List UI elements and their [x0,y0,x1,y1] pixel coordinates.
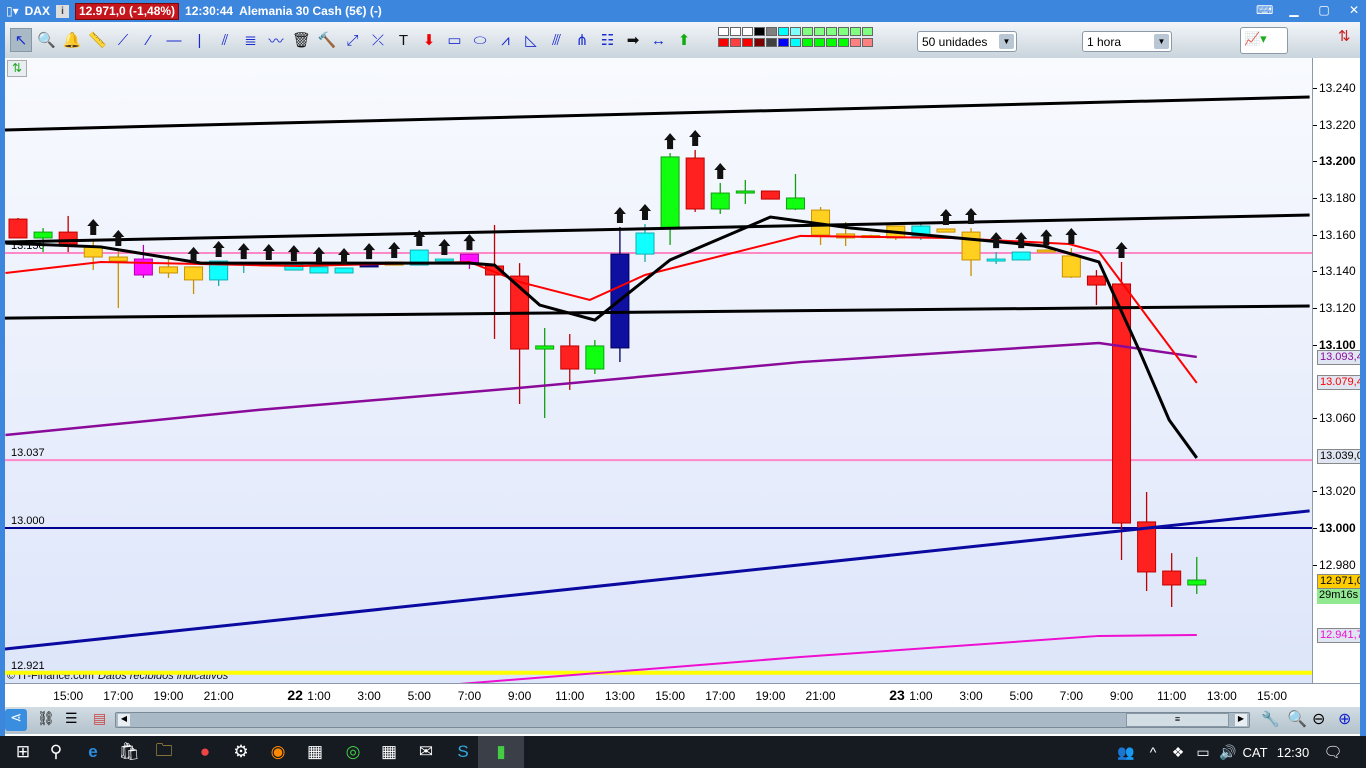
notifications-icon[interactable]: 🗨 [1310,736,1356,768]
scroll-right-button[interactable]: ▶ [1235,714,1247,726]
candle-body [434,258,454,262]
candle-body [1036,249,1056,253]
candle-body [334,267,354,274]
link-icon[interactable]: ⛓ [37,710,55,727]
candle-body [1086,275,1106,286]
up-arrow-signal-icon [363,243,376,260]
magenta-moving-average [459,634,1197,683]
candle-body [585,345,605,370]
candle-body [133,258,153,276]
candle-body [33,231,53,239]
middle-channel-line [5,213,1310,244]
zoom-in-icon[interactable]: ⊕ [1338,709,1351,729]
up-arrow-signal-icon [664,133,677,150]
order-book-icon[interactable]: ▤ [93,710,106,727]
horizontal-scrollbar[interactable]: ◀ ≡ ▶ [115,712,1250,728]
candle-body [1112,283,1132,524]
candle-body [108,256,128,262]
candle-body [785,197,805,210]
up-arrow-signal-icon [112,230,125,247]
candle-body [309,266,329,274]
file-explorer-icon[interactable]: 🗀 [141,736,187,768]
up-arrow-signal-icon [1065,228,1078,245]
notes-icon[interactable]: ☰ [65,710,78,727]
trading-app-icon[interactable]: ▮ [478,736,524,768]
bottom-toolbar: ⋖ ⛓ ☰ ▤ ◀ ≡ ▶ 🔧 🔍 ⊖ ⊕ [5,707,1360,734]
candle-body [635,232,655,255]
candle-body [8,218,28,239]
candle-body [184,266,204,281]
candle-body [535,345,555,350]
up-arrow-signal-icon [639,204,651,221]
windows-taskbar: ⊞ ⚲ e 🛍 🗀 ● ⚙ ◉ ▦ ◎ ▦ ✉ S ▮ 👥 ^ ❖ ▭ 🔊 CA… [0,736,1366,768]
up-arrow-signal-icon [714,162,727,179]
candle-body [961,231,981,261]
upper-channel-line [5,95,1310,132]
up-arrow-signal-icon [388,241,401,258]
candle-body [986,258,1006,262]
up-arrow-signal-icon [87,219,100,236]
candle-body [660,156,680,229]
candle-body [760,190,780,200]
candle-body [735,190,755,194]
up-arrow-signal-icon [262,243,275,260]
zoom-out-icon[interactable]: ⊖ [1312,709,1325,729]
up-arrow-signal-icon [212,241,225,258]
candle-body [1162,570,1182,586]
candle-body [1011,251,1031,261]
up-arrow-signal-icon [463,234,476,251]
scroll-left-button[interactable]: ◀ [118,714,130,726]
up-arrow-signal-icon [1115,241,1128,258]
auto-zoom-icon[interactable]: 🔍 [1287,709,1307,729]
up-arrow-signal-icon [237,243,250,260]
up-arrow-signal-icon [613,206,626,223]
price-chart [5,95,1312,683]
up-arrow-signal-icon [312,246,325,263]
blue-trend-line [5,509,1310,651]
candle-body [936,228,956,233]
up-arrow-signal-icon [689,129,702,146]
candle-body [1061,255,1081,278]
candle-body [1187,579,1207,586]
candle-body [710,192,730,210]
candle-body [685,157,705,210]
candle-body [158,266,178,274]
scrollbar-thumb[interactable]: ≡ [1126,713,1229,727]
candle-body [560,345,580,370]
chart-settings-icon[interactable]: 🔧 [1261,710,1280,728]
share-icon[interactable]: ⋖ [5,709,27,731]
